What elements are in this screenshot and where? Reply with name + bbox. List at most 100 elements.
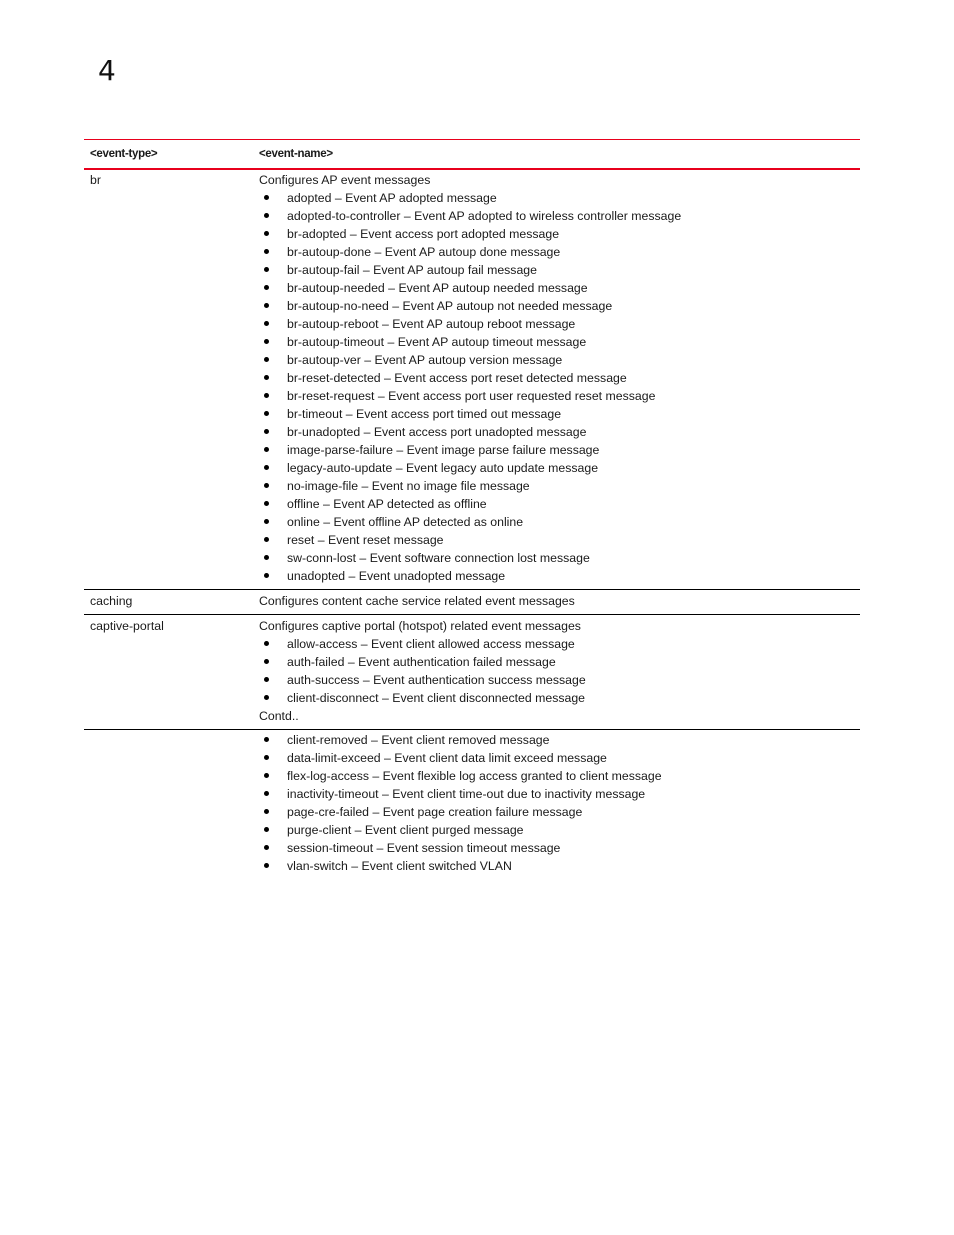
list-item-text: allow-access – Event client allowed acce… bbox=[287, 637, 575, 651]
event-description: Configures captive portal (hotspot) rela… bbox=[259, 619, 581, 633]
list-item: br-autoup-fail – Event AP autoup fail me… bbox=[259, 261, 860, 279]
list-item-text: client-removed – Event client removed me… bbox=[287, 733, 550, 747]
list-item-text: br-adopted – Event access port adopted m… bbox=[287, 227, 560, 241]
list-item-text: br-autoup-ver – Event AP autoup version … bbox=[287, 353, 563, 367]
event-table: <event-type> <event-name> br Configures A… bbox=[84, 139, 860, 879]
list-item-text: adopted – Event AP adopted message bbox=[287, 191, 497, 205]
list-item-text: purge-client – Event client purged messa… bbox=[287, 823, 524, 837]
bullet-icon bbox=[264, 357, 269, 362]
list-item-text: session-timeout – Event session timeout … bbox=[287, 841, 561, 855]
list-item-text: legacy-auto-update – Event legacy auto u… bbox=[287, 461, 599, 475]
bullet-icon bbox=[264, 695, 269, 700]
list-item: br-reset-request – Event access port use… bbox=[259, 387, 860, 405]
header-event-name: <event-name> bbox=[259, 148, 333, 160]
list-item-text: flex-log-access – Event flexible log acc… bbox=[287, 769, 662, 783]
bullet-icon bbox=[264, 573, 269, 578]
list-item-text: image-parse-failure – Event image parse … bbox=[287, 443, 600, 457]
list-item: br-autoup-ver – Event AP autoup version … bbox=[259, 351, 860, 369]
list-item: unadopted – Event unadopted message bbox=[259, 567, 860, 585]
bullet-icon bbox=[264, 659, 269, 664]
bullet-icon bbox=[264, 641, 269, 646]
list-item: adopted-to-controller – Event AP adopted… bbox=[259, 207, 860, 225]
list-item-text: br-timeout – Event access port timed out… bbox=[287, 407, 562, 421]
bullet-icon bbox=[264, 827, 269, 832]
event-name-cell: Configures captive portal (hotspot) rela… bbox=[253, 615, 860, 729]
list-item-text: sw-conn-lost – Event software connection… bbox=[287, 551, 590, 565]
event-name-cell: client-removed – Event client removed me… bbox=[253, 730, 860, 879]
bullet-icon bbox=[264, 447, 269, 452]
list-item-text: br-autoup-reboot – Event AP autoup reboo… bbox=[287, 317, 576, 331]
list-item-text: page-cre-failed – Event page creation fa… bbox=[287, 805, 583, 819]
bullet-icon bbox=[264, 321, 269, 326]
event-type-cell: caching bbox=[90, 594, 133, 608]
list-item-text: br-reset-request – Event access port use… bbox=[287, 389, 656, 403]
list-item-text: reset – Event reset message bbox=[287, 533, 444, 547]
bullet-icon bbox=[264, 231, 269, 236]
table-row: caching Configures content cache service … bbox=[84, 590, 860, 615]
list-item: session-timeout – Event session timeout … bbox=[259, 839, 860, 857]
bullet-icon bbox=[264, 429, 269, 434]
list-item: reset – Event reset message bbox=[259, 531, 860, 549]
list-item: vlan-switch – Event client switched VLAN bbox=[259, 857, 860, 875]
event-list: adopted – Event AP adopted message adopte… bbox=[259, 189, 860, 585]
list-item: client-disconnect – Event client disconn… bbox=[259, 689, 860, 707]
bullet-icon bbox=[264, 537, 269, 542]
event-name-cell: Configures AP event messages adopted – Ev… bbox=[253, 170, 860, 589]
list-item-text: offline – Event AP detected as offline bbox=[287, 497, 487, 511]
bullet-icon bbox=[264, 375, 269, 380]
bullet-icon bbox=[264, 249, 269, 254]
bullet-icon bbox=[264, 465, 269, 470]
list-item-text: auth-failed – Event authentication faile… bbox=[287, 655, 556, 669]
list-item-text: auth-success – Event authentication succ… bbox=[287, 673, 586, 687]
list-item-text: client-disconnect – Event client disconn… bbox=[287, 691, 586, 705]
bullet-icon bbox=[264, 519, 269, 524]
bullet-icon bbox=[264, 863, 269, 868]
list-item: inactivity-timeout – Event client time-o… bbox=[259, 785, 860, 803]
list-item: br-autoup-timeout – Event AP autoup time… bbox=[259, 333, 860, 351]
event-list: allow-access – Event client allowed acce… bbox=[259, 635, 860, 707]
list-item: br-timeout – Event access port timed out… bbox=[259, 405, 860, 423]
list-item-text: br-autoup-done – Event AP autoup done me… bbox=[287, 245, 561, 259]
list-item-text: br-unadopted – Event access port unadopt… bbox=[287, 425, 587, 439]
list-item-text: unadopted – Event unadopted message bbox=[287, 569, 506, 583]
list-item: image-parse-failure – Event image parse … bbox=[259, 441, 860, 459]
list-item-text: br-autoup-timeout – Event AP autoup time… bbox=[287, 335, 587, 349]
bullet-icon bbox=[264, 501, 269, 506]
list-item: allow-access – Event client allowed acce… bbox=[259, 635, 860, 653]
bullet-icon bbox=[264, 213, 269, 218]
bullet-icon bbox=[264, 737, 269, 742]
list-item-text: adopted-to-controller – Event AP adopted… bbox=[287, 209, 682, 223]
list-item: flex-log-access – Event flexible log acc… bbox=[259, 767, 860, 785]
list-item-text: br-autoup-no-need – Event AP autoup not … bbox=[287, 299, 613, 313]
list-item: adopted – Event AP adopted message bbox=[259, 189, 860, 207]
event-name-cell: Configures content cache service related… bbox=[253, 590, 860, 614]
list-item: br-unadopted – Event access port unadopt… bbox=[259, 423, 860, 441]
list-item-text: online – Event offline AP detected as on… bbox=[287, 515, 524, 529]
bullet-icon bbox=[264, 809, 269, 814]
bullet-icon bbox=[264, 845, 269, 850]
list-item: auth-success – Event authentication succ… bbox=[259, 671, 860, 689]
list-item: no-image-file – Event no image file mess… bbox=[259, 477, 860, 495]
list-item-text: br-reset-detected – Event access port re… bbox=[287, 371, 627, 385]
bullet-icon bbox=[264, 285, 269, 290]
bullet-icon bbox=[264, 303, 269, 308]
list-item: br-autoup-reboot – Event AP autoup reboo… bbox=[259, 315, 860, 333]
list-item-text: br-autoup-needed – Event AP autoup neede… bbox=[287, 281, 588, 295]
event-description: Configures content cache service related… bbox=[259, 594, 575, 608]
bullet-icon bbox=[264, 677, 269, 682]
list-item: br-reset-detected – Event access port re… bbox=[259, 369, 860, 387]
list-item: data-limit-exceed – Event client data li… bbox=[259, 749, 860, 767]
bullet-icon bbox=[264, 555, 269, 560]
list-item: purge-client – Event client purged messa… bbox=[259, 821, 860, 839]
event-type-cell bbox=[84, 730, 253, 879]
event-type-cell: br bbox=[90, 173, 101, 187]
list-item-text: data-limit-exceed – Event client data li… bbox=[287, 751, 607, 765]
bullet-icon bbox=[264, 267, 269, 272]
event-description: Configures AP event messages bbox=[259, 173, 431, 187]
list-item: client-removed – Event client removed me… bbox=[259, 731, 860, 749]
list-item: legacy-auto-update – Event legacy auto u… bbox=[259, 459, 860, 477]
table-row: client-removed – Event client removed me… bbox=[84, 730, 860, 879]
event-list: client-removed – Event client removed me… bbox=[259, 731, 860, 875]
list-item: online – Event offline AP detected as on… bbox=[259, 513, 860, 531]
list-item: br-adopted – Event access port adopted m… bbox=[259, 225, 860, 243]
